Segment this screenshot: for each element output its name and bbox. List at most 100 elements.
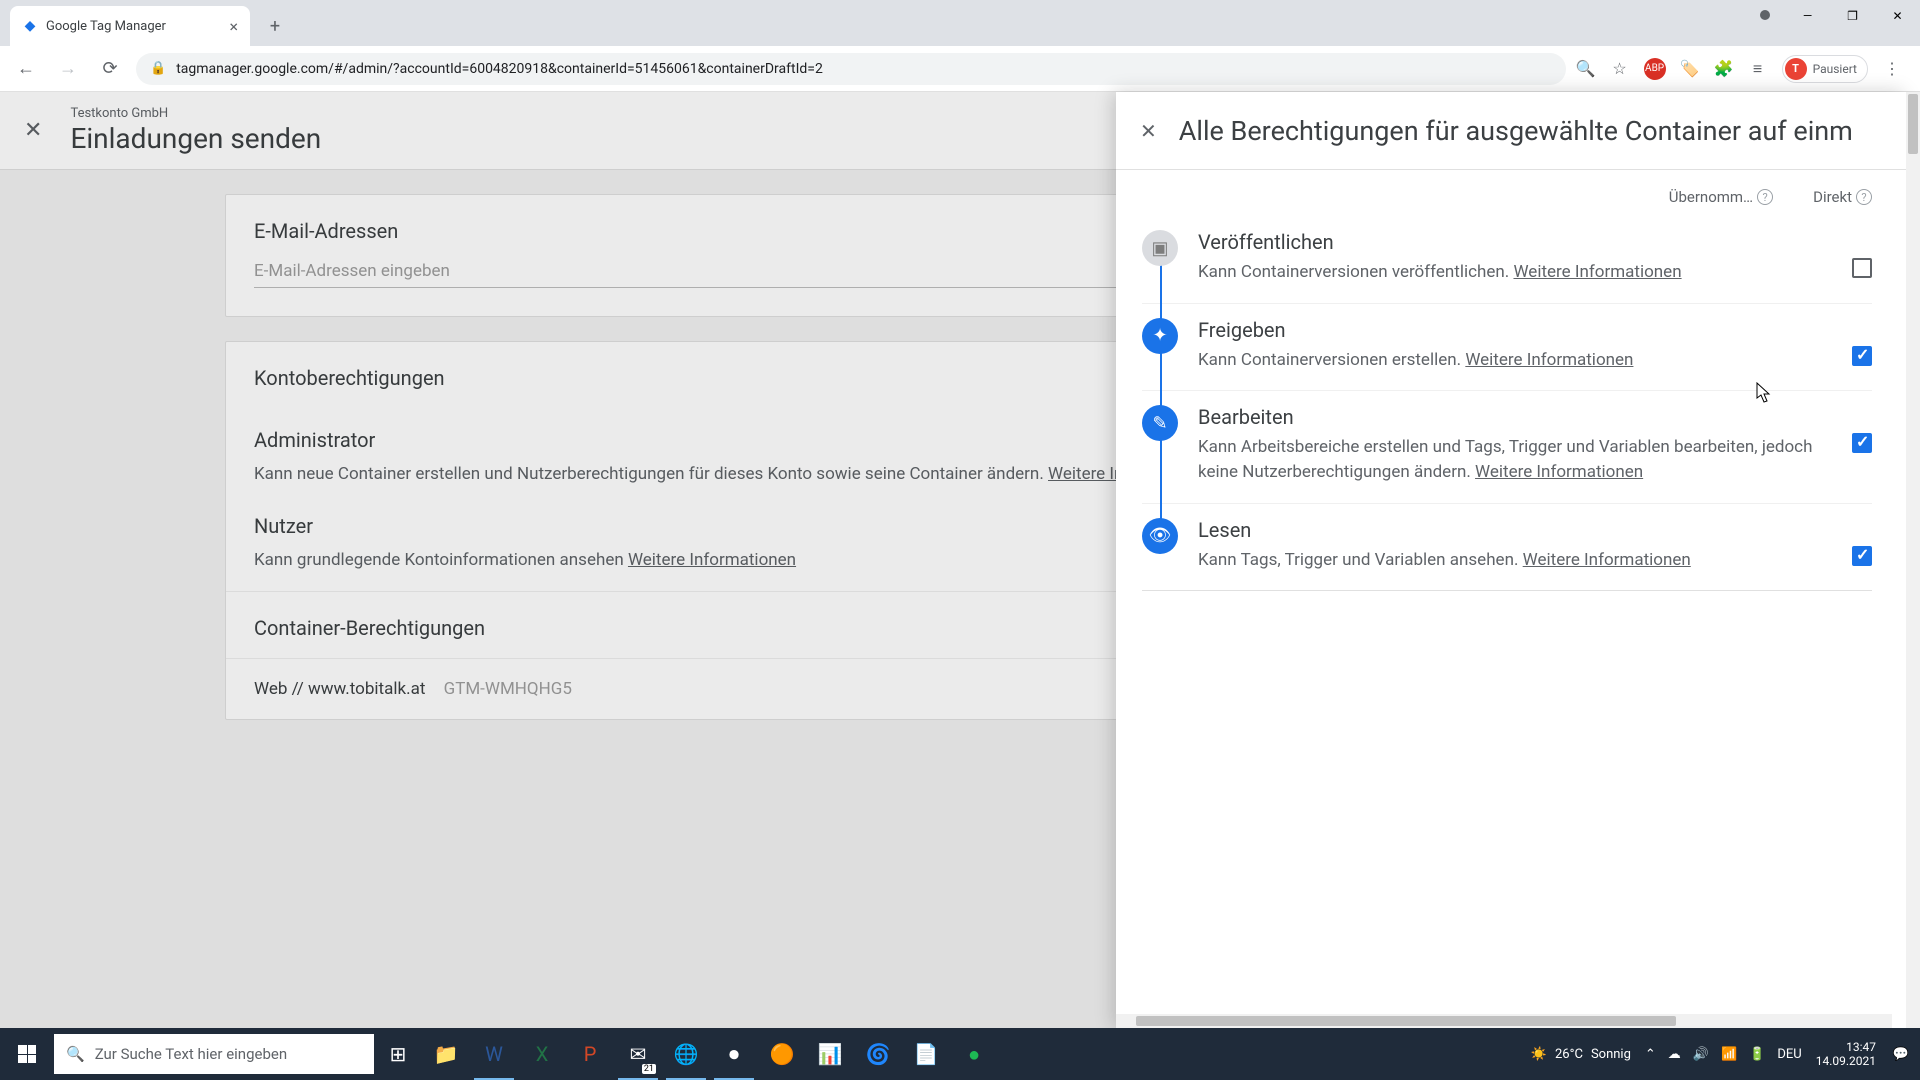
notepad-icon[interactable]: 📄 — [902, 1028, 950, 1080]
inherited-column: Übernomm… ? — [1669, 188, 1773, 206]
file-explorer-icon[interactable]: 📁 — [422, 1028, 470, 1080]
taskbar: 🔍 Zur Suche Text hier eingeben ⊞ 📁 W X P… — [0, 1028, 1920, 1080]
browser-chrome: ◆ Google Tag Manager × + — ❐ ✕ ← → ⟳ 🔒 t… — [0, 0, 1920, 92]
edit-icon: ✎ — [1142, 405, 1178, 441]
permission-edit[interactable]: ✎ Bearbeiten Kann Arbeitsbereiche erstel… — [1142, 391, 1872, 503]
powerpoint-icon[interactable]: P — [566, 1028, 614, 1080]
approve-checkbox[interactable] — [1852, 346, 1872, 366]
publish-checkbox[interactable] — [1852, 258, 1872, 278]
browser-tab[interactable]: ◆ Google Tag Manager × — [10, 6, 250, 46]
windows-icon — [18, 1045, 36, 1063]
more-info-link[interactable]: Weitere Informationen — [1465, 350, 1633, 370]
weather-text: Sonnig — [1591, 1047, 1631, 1062]
language-indicator[interactable]: DEU — [1777, 1047, 1801, 1062]
url-input[interactable]: 🔒 tagmanager.google.com/#/admin/?account… — [136, 53, 1566, 85]
edge-icon[interactable]: 🌀 — [854, 1028, 902, 1080]
permission-list: ▣ Veröffentlichen Kann Containerversione… — [1116, 216, 1906, 591]
back-button[interactable]: ← — [10, 53, 42, 85]
toolbar-icons: 🔍 ☆ ABP 🏷️ 🧩 ≡ T Pausiert ⋮ — [1576, 55, 1910, 83]
gtm-favicon-icon: ◆ — [22, 18, 38, 34]
profile-chip[interactable]: T Pausiert — [1782, 55, 1868, 83]
bookmark-icon[interactable]: ☆ — [1610, 59, 1630, 79]
app-viewport: ✕ Testkonto GmbH Einladungen senden E-Ma… — [0, 92, 1920, 1028]
approve-icon: ✦ — [1142, 318, 1178, 354]
close-panel-button[interactable]: ✕ — [1140, 119, 1157, 143]
search-placeholder: Zur Suche Text hier eingeben — [95, 1045, 287, 1063]
taskbar-search[interactable]: 🔍 Zur Suche Text hier eingeben — [54, 1034, 374, 1074]
more-info-link[interactable]: Weitere Informationen — [1523, 550, 1691, 570]
app-icon-2[interactable]: 📊 — [806, 1028, 854, 1080]
mail-icon[interactable]: ✉21 — [614, 1028, 662, 1080]
time: 13:47 — [1816, 1040, 1876, 1054]
panel-title: Alle Berechtigungen für ausgewählte Cont… — [1179, 115, 1853, 147]
weather-sun-icon: ☀️ — [1531, 1047, 1547, 1062]
read-checkbox[interactable] — [1852, 546, 1872, 566]
tab-close-icon[interactable]: × — [229, 17, 238, 36]
panel-column-headers: Übernomm… ? Direkt ? — [1116, 170, 1906, 216]
profile-status: Pausiert — [1813, 62, 1857, 76]
window-controls: — ❐ ✕ — [1785, 0, 1920, 32]
volume-icon[interactable]: 🔊 — [1693, 1047, 1709, 1062]
battery-icon[interactable]: 🔋 — [1749, 1047, 1765, 1062]
start-button[interactable] — [0, 1028, 54, 1080]
word-icon[interactable]: W — [470, 1028, 518, 1080]
perm-title: Veröffentlichen — [1198, 230, 1832, 254]
panel-horizontal-scrollbar[interactable] — [1116, 1014, 1892, 1028]
tab-profile-indicator-icon[interactable] — [1760, 10, 1770, 20]
address-bar: ← → ⟳ 🔒 tagmanager.google.com/#/admin/?a… — [0, 46, 1920, 92]
task-view-icon[interactable]: ⊞ — [374, 1028, 422, 1080]
weather-widget[interactable]: ☀️ 26°C Sonnig — [1531, 1047, 1631, 1062]
tab-title: Google Tag Manager — [46, 19, 166, 34]
permission-approve[interactable]: ✦ Freigeben Kann Containerversionen erst… — [1142, 304, 1872, 392]
permissions-side-panel: ✕ Alle Berechtigungen für ausgewählte Co… — [1116, 92, 1906, 1028]
perm-title: Bearbeiten — [1198, 405, 1832, 429]
adblock-extension-icon[interactable]: ABP — [1644, 58, 1666, 80]
tab-bar: ◆ Google Tag Manager × + — ❐ ✕ — [0, 0, 1920, 46]
timeline-line — [1160, 256, 1162, 551]
reading-list-icon[interactable]: ≡ — [1748, 59, 1768, 79]
publish-icon: ▣ — [1142, 230, 1178, 266]
taskbar-tray: ☀️ 26°C Sonnig ⌃ ☁ 🔊 📶 🔋 DEU 13:47 14.09… — [1531, 1028, 1920, 1080]
reload-button[interactable]: ⟳ — [94, 53, 126, 85]
perm-title: Lesen — [1198, 518, 1832, 542]
onedrive-icon[interactable]: ☁ — [1668, 1047, 1681, 1062]
more-info-link[interactable]: Weitere Informationen — [1513, 262, 1681, 282]
menu-icon[interactable]: ⋮ — [1882, 59, 1902, 79]
perm-desc: Kann Containerversionen veröffentlichen.… — [1198, 260, 1832, 285]
maximize-button[interactable]: ❐ — [1830, 0, 1875, 32]
obs-icon[interactable]: ⏺ — [710, 1028, 758, 1080]
page-vertical-scrollbar[interactable] — [1906, 92, 1920, 1028]
panel-header: ✕ Alle Berechtigungen für ausgewählte Co… — [1116, 92, 1906, 170]
permission-publish[interactable]: ▣ Veröffentlichen Kann Containerversione… — [1142, 216, 1872, 304]
clock[interactable]: 13:47 14.09.2021 — [1816, 1040, 1876, 1069]
weather-temp: 26°C — [1555, 1047, 1583, 1062]
permission-read[interactable]: 👁 Lesen Kann Tags, Trigger und Variablen… — [1142, 504, 1872, 592]
new-tab-button[interactable]: + — [260, 11, 290, 41]
chrome-icon[interactable]: 🌐 — [662, 1028, 710, 1080]
extensions-icon[interactable]: 🧩 — [1714, 59, 1734, 79]
notifications-icon[interactable]: 💬 — [1890, 1043, 1912, 1065]
tray-chevron-icon[interactable]: ⌃ — [1645, 1047, 1656, 1062]
app-icon-1[interactable]: 🟠 — [758, 1028, 806, 1080]
close-window-button[interactable]: ✕ — [1875, 0, 1920, 32]
perm-desc: Kann Containerversionen erstellen. Weite… — [1198, 348, 1832, 373]
perm-desc: Kann Tags, Trigger und Variablen ansehen… — [1198, 548, 1832, 573]
lock-icon: 🔒 — [150, 61, 166, 76]
help-icon[interactable]: ? — [1856, 189, 1872, 205]
extension-tag-icon[interactable]: 🏷️ — [1680, 59, 1700, 79]
view-icon: 👁 — [1142, 518, 1178, 554]
spotify-icon[interactable]: ● — [950, 1028, 998, 1080]
excel-icon[interactable]: X — [518, 1028, 566, 1080]
forward-button[interactable]: → — [52, 53, 84, 85]
search-icon: 🔍 — [66, 1045, 85, 1063]
perm-title: Freigeben — [1198, 318, 1832, 342]
direct-column: Direkt ? — [1813, 188, 1872, 206]
date: 14.09.2021 — [1816, 1054, 1876, 1068]
system-tray: ⌃ ☁ 🔊 📶 🔋 DEU — [1645, 1047, 1802, 1062]
more-info-link[interactable]: Weitere Informationen — [1475, 462, 1643, 482]
help-icon[interactable]: ? — [1757, 189, 1773, 205]
edit-checkbox[interactable] — [1852, 433, 1872, 453]
minimize-button[interactable]: — — [1785, 0, 1830, 32]
zoom-icon[interactable]: 🔍 — [1576, 59, 1596, 79]
wifi-icon[interactable]: 📶 — [1721, 1047, 1737, 1062]
